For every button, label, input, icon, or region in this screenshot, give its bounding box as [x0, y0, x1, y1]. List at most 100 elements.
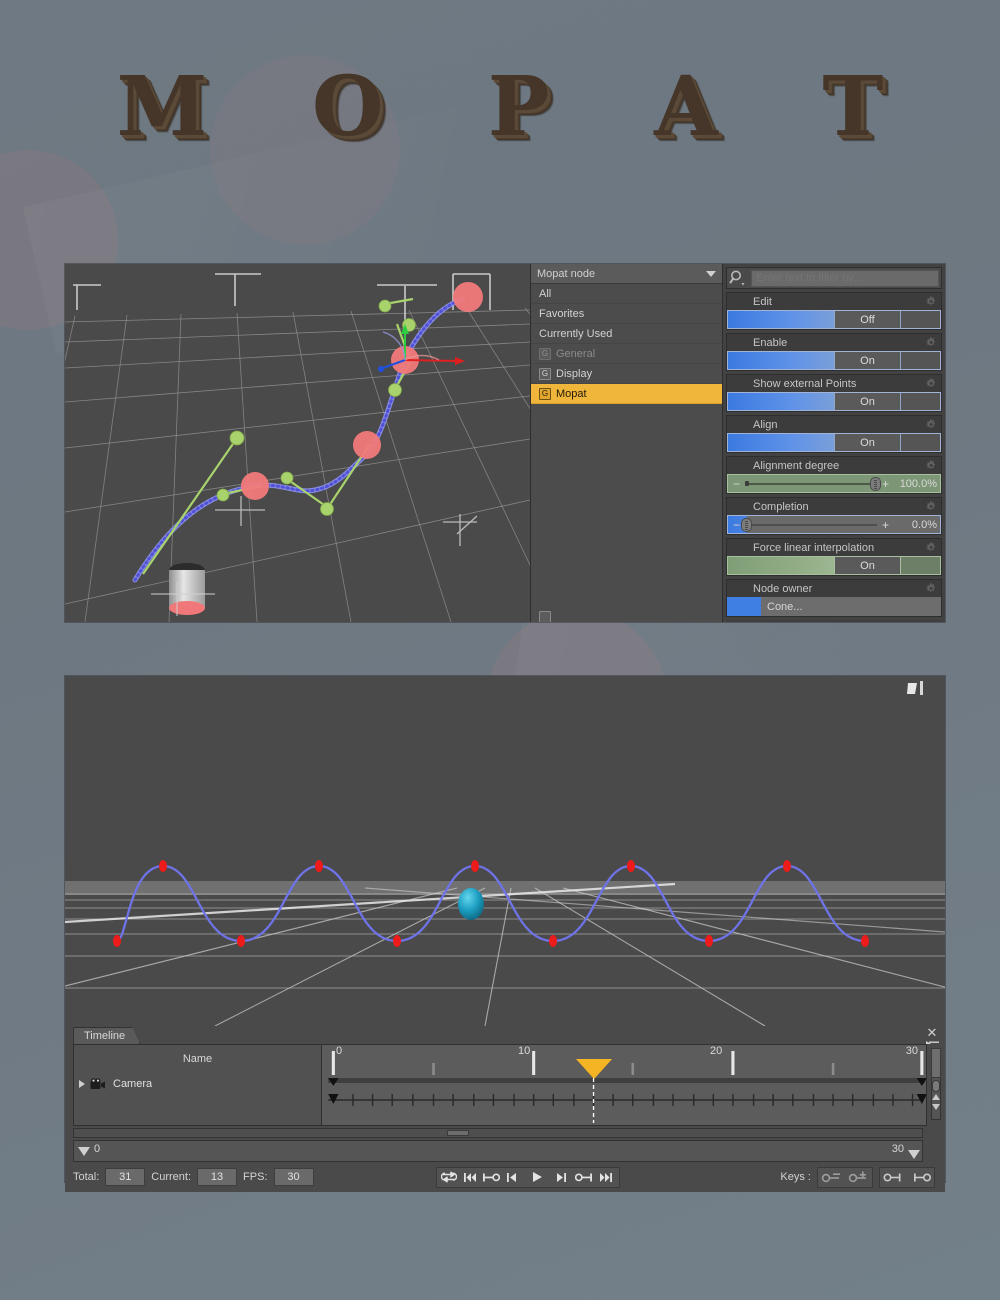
gear-icon[interactable] [926, 337, 937, 348]
magnifier-icon[interactable] [729, 269, 747, 287]
viewport-bottom-canvas [65, 676, 945, 1026]
loop-icon[interactable] [439, 1168, 460, 1187]
toggle-rest [901, 311, 940, 328]
key-buttons-group-right [879, 1166, 935, 1188]
viewport-3d-motion-path[interactable] [65, 264, 530, 622]
scrollbar-grip[interactable] [932, 1080, 940, 1092]
toggle-value[interactable]: On [834, 557, 901, 574]
range-start-handle[interactable] [78, 1147, 90, 1156]
gear-icon[interactable] [926, 378, 937, 389]
toggle-fill [728, 311, 834, 328]
node-list-item-general[interactable]: G General [531, 344, 722, 364]
node-owner-value[interactable]: Cone... [761, 597, 941, 616]
range-end-label: 30 [891, 1143, 904, 1155]
timeline-range-slider[interactable]: 0 30 [73, 1140, 923, 1162]
close-icon[interactable]: ✕ [926, 1026, 938, 1039]
force-linear-interpolation-toggle[interactable]: On [727, 556, 941, 575]
key-buttons-group-left [817, 1166, 873, 1188]
prev-frame-icon[interactable] [502, 1168, 523, 1187]
fps-input[interactable] [273, 1168, 314, 1186]
toggle-value[interactable]: On [834, 352, 901, 369]
scroll-down-icon[interactable] [932, 1104, 940, 1110]
attribute-filter-input[interactable] [751, 269, 939, 287]
scrollbar-thumb[interactable] [447, 1130, 470, 1136]
scrollbar-thumb[interactable] [931, 1048, 941, 1078]
add-key-icon[interactable] [845, 1168, 872, 1187]
next-key-icon[interactable] [572, 1168, 596, 1187]
bottom-panel-group: Timeline ✕ Name Camera 0 10 20 30 0 30 T… [65, 676, 945, 1192]
attribute-label: Alignment degree [753, 459, 840, 472]
next-frame-icon[interactable] [551, 1168, 572, 1187]
timeline-ruler[interactable]: 0 10 20 30 [322, 1044, 928, 1126]
node-list-item-mopat[interactable]: G Mopat [531, 384, 722, 404]
timeline-horizontal-scrollbar[interactable] [73, 1128, 923, 1138]
completion-slider[interactable]: − + 0.0% [727, 515, 941, 534]
range-start-label: 0 [94, 1143, 101, 1155]
attribute-label: Align [753, 418, 778, 431]
group-badge-icon: G [539, 387, 551, 400]
slider-decrement-icon[interactable]: − [731, 477, 742, 491]
slider-track[interactable] [741, 517, 877, 532]
prev-key-icon[interactable] [481, 1168, 502, 1187]
node-list-item-currently-used[interactable]: Currently Used [531, 324, 722, 344]
slider-track[interactable] [745, 476, 881, 491]
node-type-dropdown[interactable]: Mopat node [531, 264, 722, 284]
slider-knob[interactable] [870, 476, 881, 491]
attribute-label: Force linear interpolation [753, 541, 875, 554]
remove-key-icon[interactable] [818, 1168, 845, 1187]
attribute-label-row: Show external Points [727, 375, 941, 392]
gear-icon[interactable] [926, 583, 937, 594]
toggle-fill [728, 434, 834, 451]
go-to-end-icon[interactable] [596, 1168, 617, 1187]
edit-toggle[interactable]: Off [727, 310, 941, 329]
timeline-name-column: Name Camera [73, 1044, 322, 1126]
node-list-item-all[interactable]: All [531, 284, 722, 304]
slider-knob[interactable] [741, 517, 752, 532]
scroll-up-icon[interactable] [932, 1094, 940, 1100]
range-end-handle[interactable] [908, 1150, 920, 1159]
gear-icon[interactable] [926, 460, 937, 471]
gear-icon[interactable] [926, 419, 937, 430]
slider-increment-icon[interactable]: + [880, 477, 891, 491]
enable-toggle[interactable]: On [727, 351, 941, 370]
show-external-points-toggle[interactable]: On [727, 392, 941, 411]
alignment-degree-slider[interactable]: − + 100.0% [727, 474, 941, 493]
attribute-label-row: Completion [727, 498, 941, 515]
node-list-item-display[interactable]: G Display [531, 364, 722, 384]
gear-icon[interactable] [926, 296, 937, 307]
gear-icon[interactable] [926, 501, 937, 512]
node-list-item-label: Display [556, 367, 593, 380]
go-to-start-icon[interactable] [460, 1168, 481, 1187]
total-frames-input[interactable] [105, 1168, 146, 1186]
gear-icon[interactable] [926, 542, 937, 553]
viewport-axis-widget [907, 681, 923, 695]
node-list-item-favorites[interactable]: Favorites [531, 304, 722, 324]
timeline-body: Name Camera 0 10 20 30 [65, 1044, 945, 1126]
slider-increment-icon[interactable]: + [880, 518, 891, 532]
align-toggle[interactable]: On [727, 433, 941, 452]
toggle-value[interactable]: On [834, 393, 901, 410]
triangle-right-icon[interactable] [79, 1080, 85, 1088]
timeline-track-camera[interactable]: Camera [74, 1073, 321, 1095]
toggle-value[interactable]: On [834, 434, 901, 451]
current-frame-input[interactable] [197, 1168, 238, 1186]
timeline-tabbar: Timeline [65, 1026, 945, 1044]
node-owner-field-row[interactable]: Cone... [727, 597, 941, 616]
viewport-3d-sine-path[interactable] [65, 676, 945, 1026]
tab-timeline[interactable]: Timeline [73, 1027, 140, 1044]
key-right-icon[interactable] [907, 1168, 934, 1187]
attribute-label-row: Align [727, 416, 941, 433]
attribute-row-alignment-degree: Alignment degree − + 100.0% [726, 456, 942, 494]
camera-icon [90, 1077, 105, 1089]
toggle-rest [901, 352, 940, 369]
toggle-rest [901, 434, 940, 451]
toggle-value[interactable]: Off [834, 311, 901, 328]
play-icon[interactable] [523, 1168, 551, 1187]
node-list-item-label: General [556, 347, 596, 360]
node-owner-color-swatch[interactable] [727, 597, 761, 616]
chevron-down-icon [706, 270, 716, 277]
node-list-item-label: Mopat [556, 387, 587, 400]
timeline-vertical-scrollbar[interactable] [927, 1044, 945, 1126]
node-list-item-truncated[interactable] [531, 611, 722, 622]
key-left-icon[interactable] [880, 1168, 907, 1187]
